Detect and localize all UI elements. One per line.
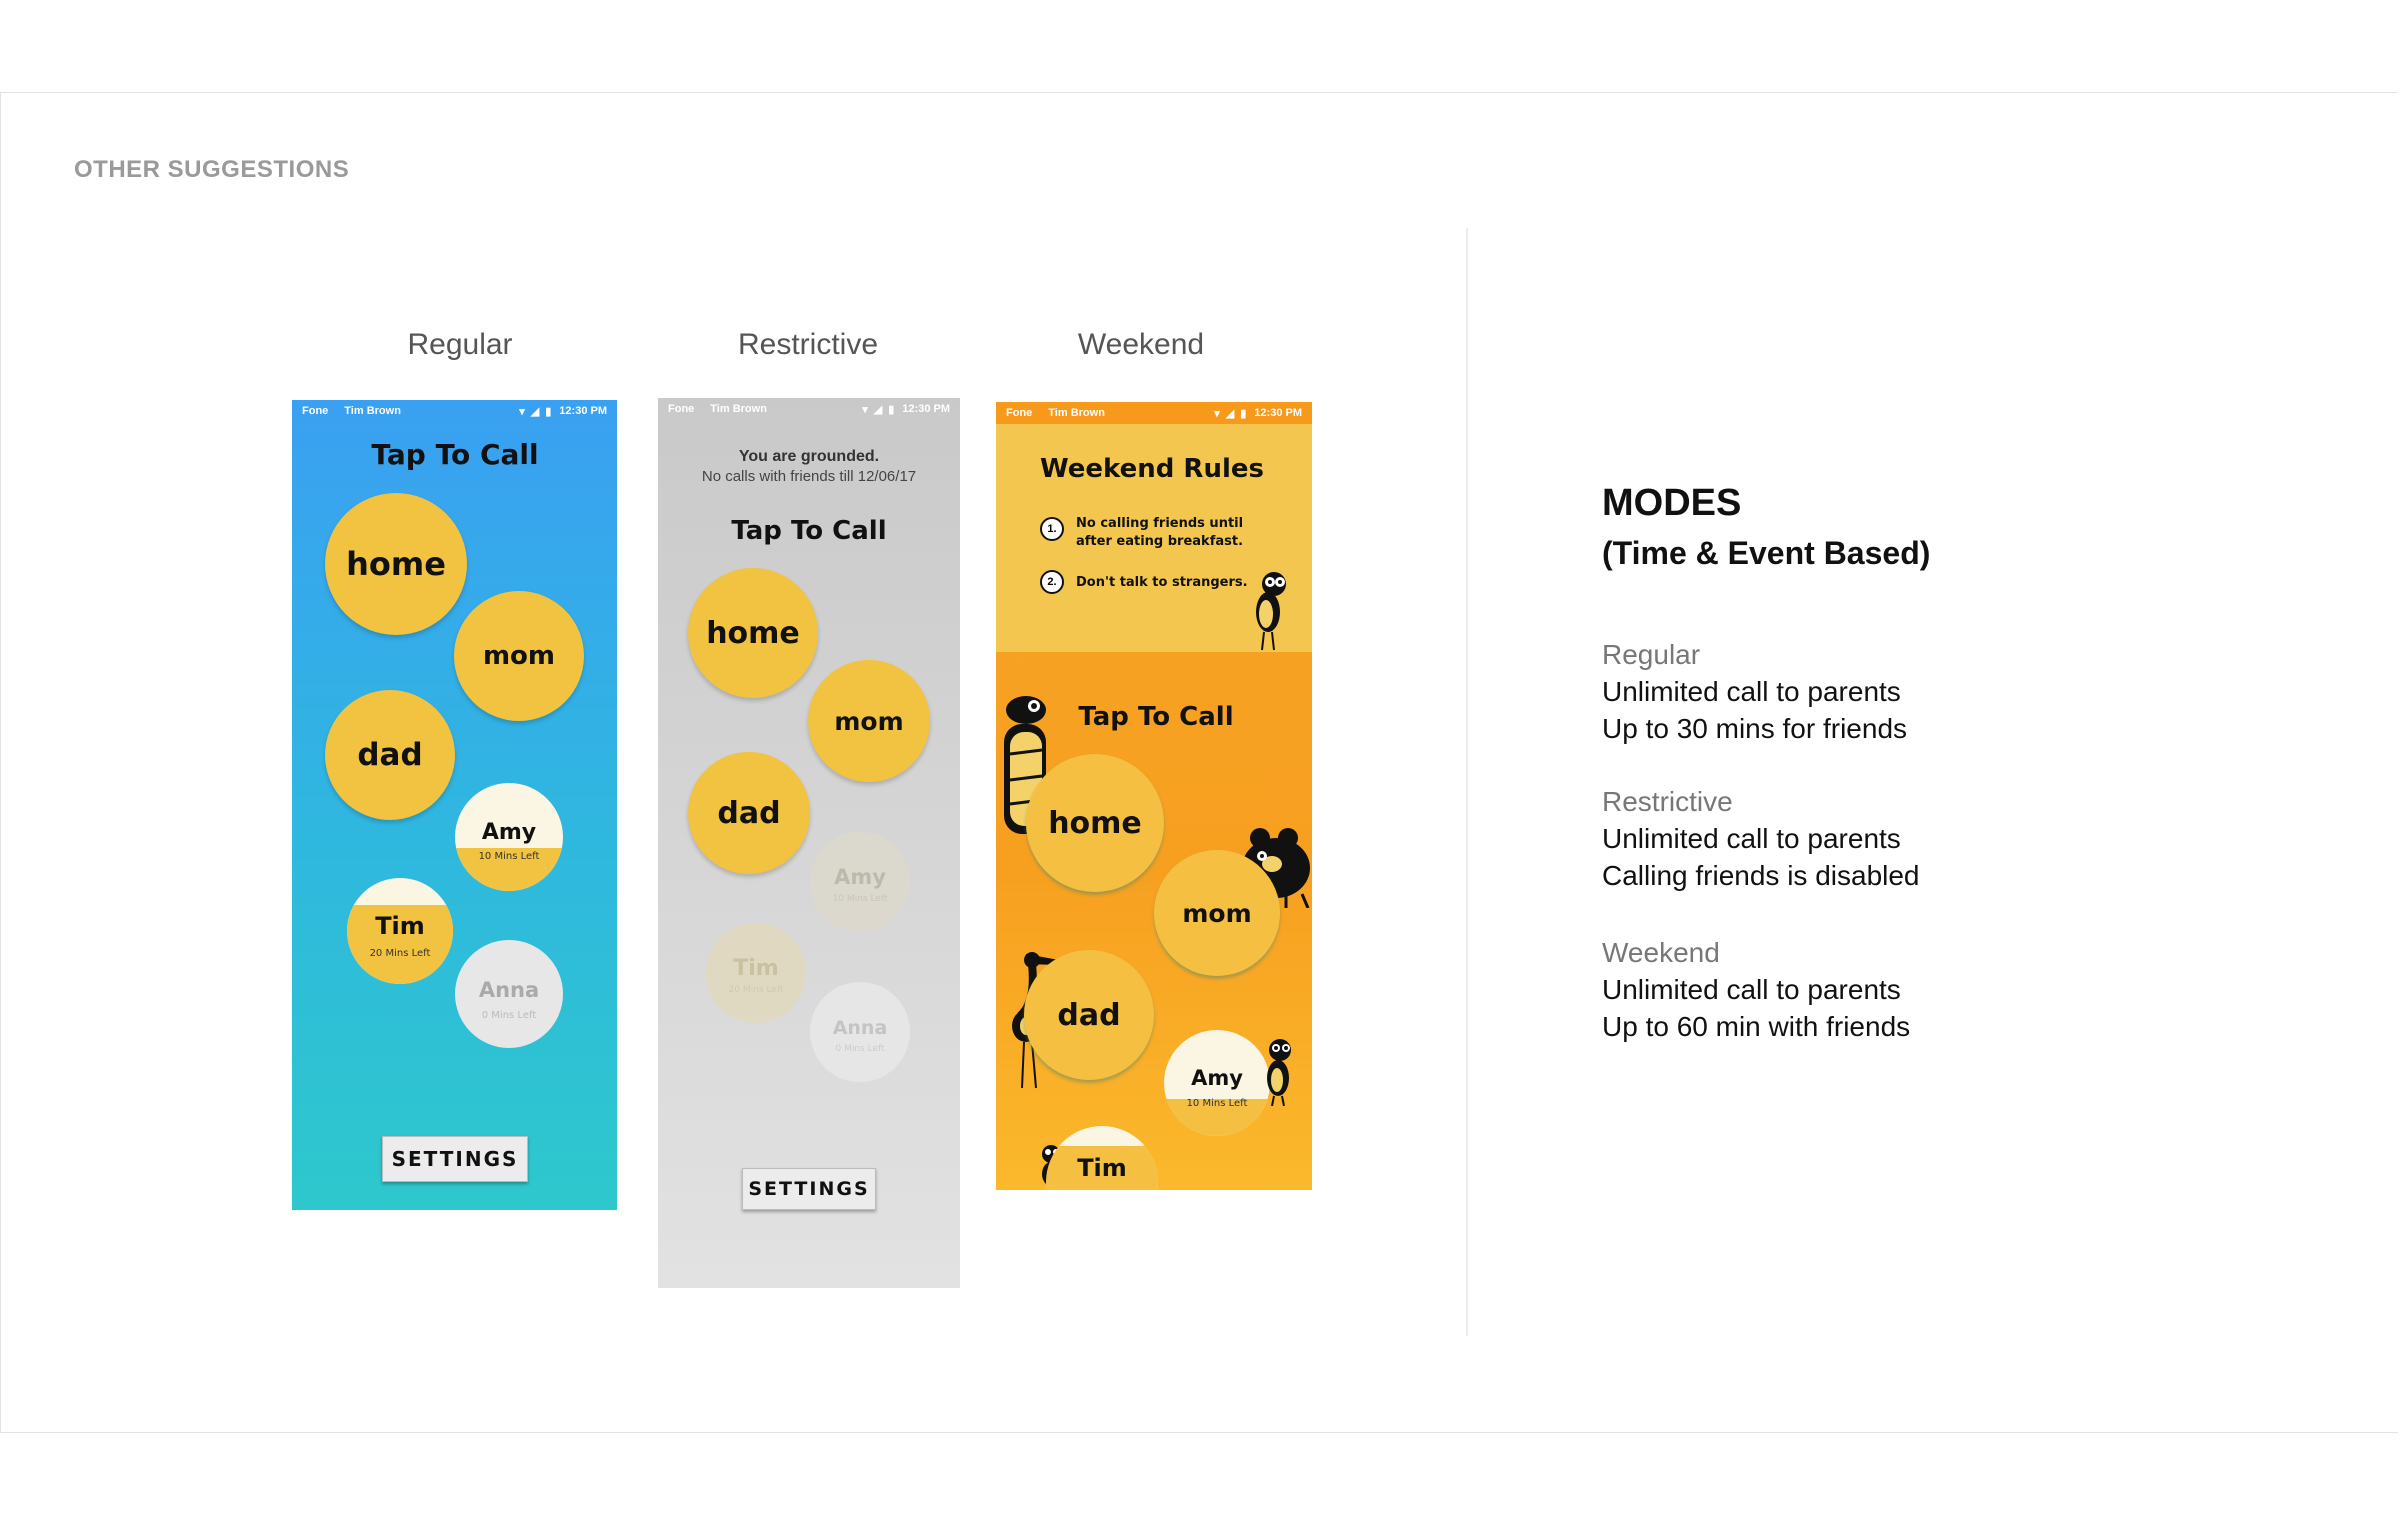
rule-text: Don't talk to strangers.	[1076, 575, 1248, 590]
signal-icon: ◢	[873, 403, 883, 416]
status-bar: Fone Tim Brown ▾ ◢ ▮ 12:30 PM	[996, 402, 1312, 424]
contact-mom[interactable]: mom	[1154, 850, 1280, 976]
contact-name: Anna	[478, 978, 540, 1002]
wifi-icon: ▾	[862, 403, 868, 416]
signal-icon: ◢	[530, 405, 540, 418]
status-time: 12:30 PM	[559, 405, 607, 417]
status-user: Tim Brown	[344, 405, 401, 417]
contact-amy[interactable]: Amy 10 Mins Left	[1164, 1030, 1270, 1136]
weekend-rules-title: Weekend Rules	[1040, 454, 1264, 484]
phone-regular: Fone Tim Brown ▾ ◢ ▮ 12:30 PM Tap To Cal…	[292, 400, 617, 1210]
status-bar: Fone Tim Brown ▾ ◢ ▮ 12:30 PM	[658, 398, 960, 420]
contact-name: Tim	[375, 912, 425, 940]
mode-title-weekend: Weekend	[1077, 328, 1205, 361]
status-time: 12:30 PM	[902, 403, 950, 415]
contact-time-left: 0 Mins Left	[835, 1044, 885, 1054]
contact-anna[interactable]: Anna 0 Mins Left	[455, 940, 563, 1048]
status-app: Fone	[302, 405, 329, 417]
mode-description-line: Unlimited call to parents	[1602, 823, 1901, 854]
contact-name: mom	[1182, 898, 1252, 928]
bird-illustration	[1256, 572, 1286, 651]
phone-restrictive: Fone Tim Brown ▾ ◢ ▮ 12:30 PM You are gr…	[658, 398, 960, 1288]
small-bird-illustration	[1267, 1039, 1291, 1106]
contact-mom[interactable]: mom	[454, 591, 584, 721]
vertical-divider	[1466, 228, 1468, 1336]
settings-button[interactable]: SETTINGS	[382, 1136, 528, 1182]
rule-text: No calling friends until	[1076, 516, 1244, 531]
mode-description-regular: Regular Unlimited call to parents Up to …	[1602, 636, 1907, 747]
contact-anna-disabled: Anna 0 Mins Left	[810, 982, 910, 1082]
mode-description-title: Weekend	[1602, 937, 1720, 968]
rule-number-badge: 1.	[1040, 517, 1064, 541]
settings-button[interactable]: SETTINGS	[742, 1168, 876, 1210]
contact-time-left: 20 Mins Left	[369, 948, 431, 959]
grounded-detail: No calls with friends till 12/06/17	[701, 468, 917, 485]
battery-icon: ▮	[888, 403, 895, 416]
grounded-notice: You are grounded.	[738, 448, 880, 465]
contact-time-left: 0 Mins Left	[481, 1010, 537, 1021]
contact-name: Amy	[1191, 1066, 1243, 1090]
contact-mom[interactable]: mom	[808, 660, 930, 782]
battery-icon: ▮	[545, 405, 552, 418]
contact-home[interactable]: home	[688, 568, 818, 698]
wifi-icon: ▾	[1214, 407, 1220, 420]
contact-time-left: 20 Mins Left	[728, 985, 784, 995]
contact-amy[interactable]: Amy 10 Mins Left	[455, 783, 563, 891]
contact-name: mom	[482, 641, 556, 671]
status-app: Fone	[668, 403, 695, 415]
mode-description-restrictive: Restrictive Unlimited call to parents Ca…	[1602, 783, 1920, 894]
contact-name: mom	[834, 706, 904, 736]
rule-number-badge: 2.	[1040, 570, 1064, 594]
contact-name: home	[346, 545, 446, 583]
contact-time-left: 10 Mins Left	[1186, 1098, 1248, 1109]
mode-title-regular: Regular	[407, 328, 513, 361]
contact-name: Anna	[832, 1017, 888, 1039]
mode-title-restrictive: Restrictive	[737, 328, 879, 361]
contact-time-left: 10 Mins Left	[832, 894, 888, 904]
signal-icon: ◢	[1225, 407, 1235, 420]
contact-name: home	[706, 615, 800, 651]
contact-name: Tim	[733, 955, 779, 981]
status-bar: Fone Tim Brown ▾ ◢ ▮ 12:30 PM	[292, 400, 617, 422]
contact-tim[interactable]: Tim	[1046, 1126, 1158, 1190]
contact-time-left: 10 Mins Left	[478, 851, 540, 862]
contact-dad[interactable]: dad	[1024, 950, 1154, 1080]
tap-to-call-title: Tap To Call	[731, 516, 887, 546]
status-user: Tim Brown	[1048, 407, 1105, 419]
status-time: 12:30 PM	[1254, 407, 1302, 419]
wifi-icon: ▾	[519, 405, 525, 418]
mode-description-line: Up to 60 min with friends	[1602, 1011, 1911, 1042]
mode-description-title: Regular	[1602, 639, 1701, 670]
mode-description-line: Calling friends is disabled	[1602, 860, 1920, 891]
mode-description-weekend: Weekend Unlimited call to parents Up to …	[1602, 934, 1910, 1045]
mode-description-line: Up to 30 mins for friends	[1602, 713, 1908, 744]
contact-dad[interactable]: dad	[688, 752, 810, 874]
contact-home[interactable]: home	[1026, 754, 1164, 892]
contact-tim-disabled: Tim 20 Mins Left	[706, 923, 806, 1023]
tap-to-call-title: Tap To Call	[371, 438, 539, 471]
mode-description-line: Unlimited call to parents	[1602, 974, 1901, 1005]
mode-description-line: Unlimited call to parents	[1602, 676, 1901, 707]
phone-weekend: Fone Tim Brown ▾ ◢ ▮ 12:30 PM Weekend Ru…	[996, 402, 1312, 1190]
modes-subheading: (Time & Event Based)	[1602, 535, 1931, 571]
modes-heading: MODES	[1602, 482, 1742, 524]
contact-amy-disabled: Amy 10 Mins Left	[810, 832, 910, 932]
contact-dad[interactable]: dad	[325, 690, 455, 820]
contact-name: dad	[1057, 997, 1121, 1033]
contact-name: dad	[357, 737, 423, 773]
rule-text: after eating breakfast.	[1076, 534, 1244, 549]
contact-name: home	[1048, 805, 1142, 841]
contact-name: dad	[717, 795, 781, 831]
status-app: Fone	[1006, 407, 1033, 419]
contact-tim[interactable]: Tim 20 Mins Left	[347, 878, 453, 984]
contact-home[interactable]: home	[325, 493, 467, 635]
battery-icon: ▮	[1240, 407, 1247, 420]
status-user: Tim Brown	[710, 403, 767, 415]
contact-name: Tim	[1077, 1154, 1127, 1182]
contact-name: Amy	[481, 819, 537, 845]
mode-description-title: Restrictive	[1602, 786, 1733, 817]
tap-to-call-title: Tap To Call	[1078, 702, 1234, 732]
section-label: OTHER SUGGESTIONS	[74, 156, 350, 183]
contact-name: Amy	[834, 865, 886, 889]
